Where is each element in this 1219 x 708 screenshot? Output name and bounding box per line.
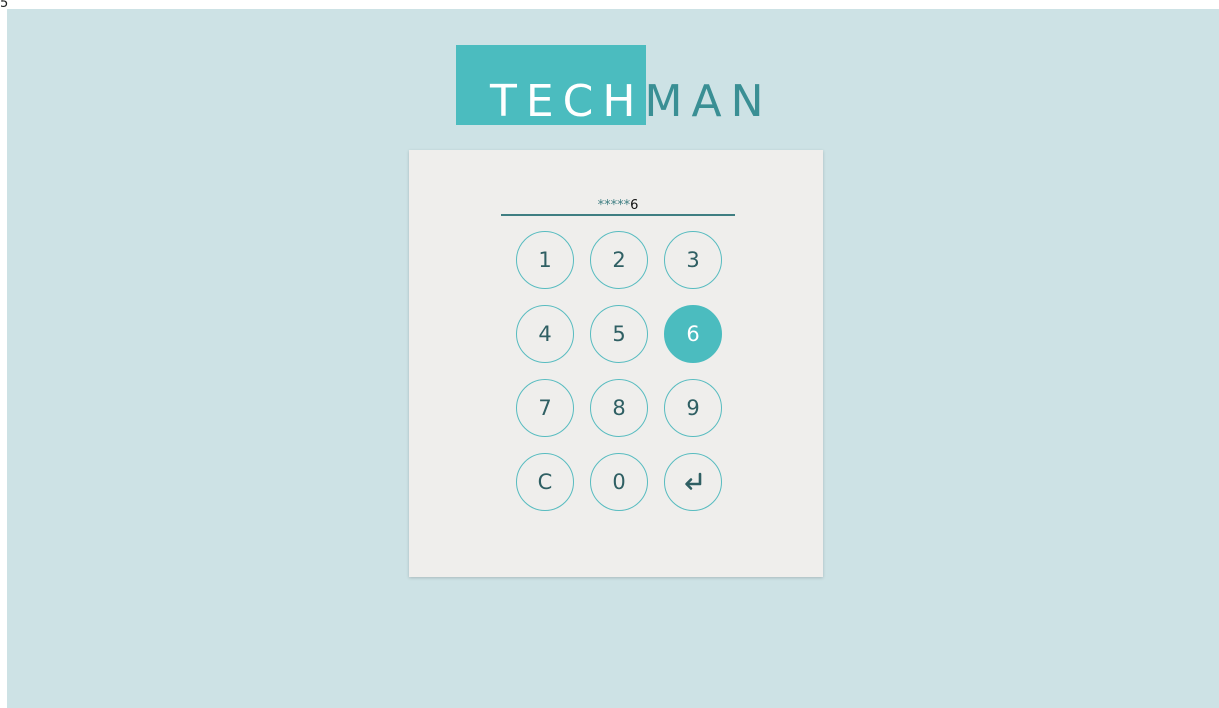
key-9[interactable]: 9 [664,379,722,437]
key-1[interactable]: 1 [516,231,574,289]
key-clear[interactable]: C [516,453,574,511]
logo-text-plain: MAN [644,76,773,127]
key-2[interactable]: 2 [590,231,648,289]
key-0[interactable]: 0 [590,453,648,511]
logo-text: TECHMAN [490,77,772,127]
keypad: 1 2 3 4 5 6 7 8 9 C 0 [409,150,823,577]
enter-return-icon [685,472,702,490]
key-7[interactable]: 7 [516,379,574,437]
key-4[interactable]: 4 [516,305,574,363]
logo-text-highlight: TECH [490,76,645,127]
key-8[interactable]: 8 [590,379,648,437]
techman-logo: TECHMAN [456,45,786,127]
key-5[interactable]: 5 [590,305,648,363]
pin-card: *****6 1 2 3 4 5 6 7 8 9 C 0 [409,150,823,577]
key-6[interactable]: 6 [664,305,722,363]
key-enter[interactable] [664,453,722,511]
key-3[interactable]: 3 [664,231,722,289]
login-screen: TECHMAN *****6 1 2 3 4 5 6 7 8 9 C 0 [7,9,1219,708]
